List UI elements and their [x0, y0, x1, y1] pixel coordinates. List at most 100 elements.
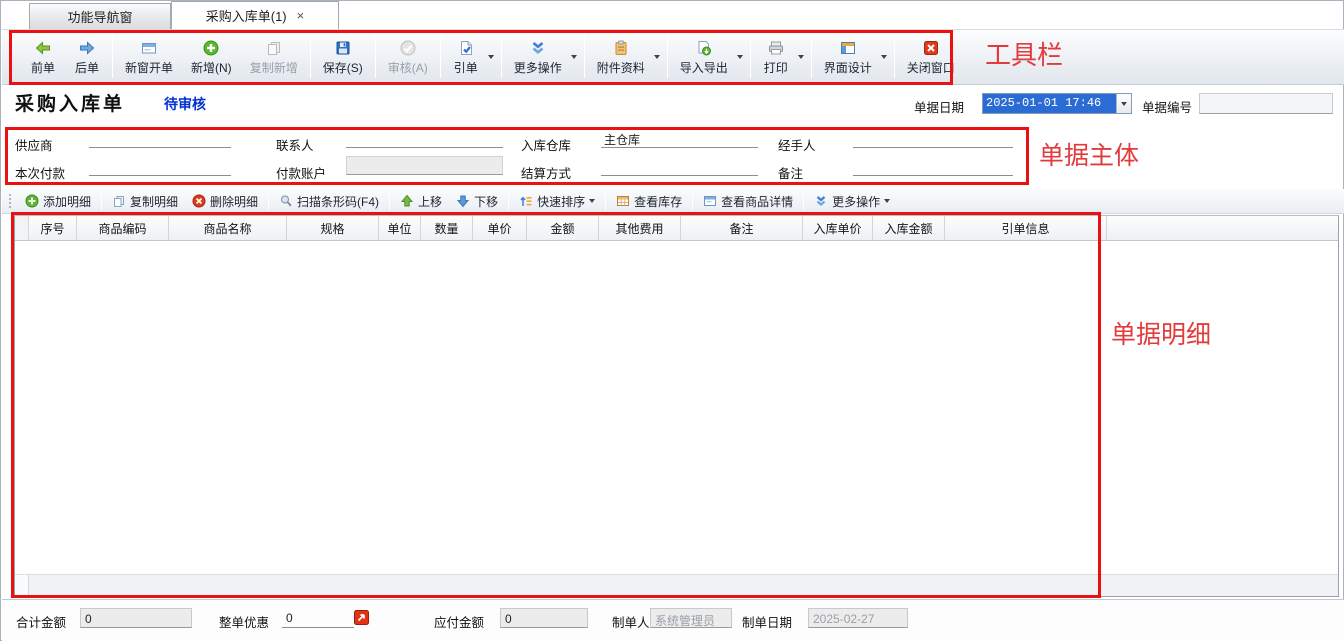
col-seq[interactable]: 序号	[29, 216, 77, 240]
scan-barcode-button[interactable]: 扫描条形码(F4)	[272, 191, 386, 212]
quick-sort-button[interactable]: 快速排序	[512, 191, 602, 212]
detail-grid: 序号 商品编码 商品名称 规格 单位 数量 单价 金额 其他费用 备注 入库单价…	[14, 215, 1339, 597]
quick-sort-dropdown-icon[interactable]	[589, 199, 595, 203]
toolbar-separator	[440, 36, 441, 78]
view-product-detail-button[interactable]: 查看商品详情	[696, 191, 800, 212]
plus-circle-icon	[202, 39, 220, 57]
save-button[interactable]: 保存(S)	[314, 36, 372, 79]
col-unit[interactable]: 单位	[379, 216, 421, 240]
more-actions-button[interactable]: 更多操作	[505, 36, 571, 79]
supplier-input[interactable]	[89, 129, 231, 148]
discount-input[interactable]: 0	[282, 608, 354, 628]
col-price[interactable]: 单价	[473, 216, 527, 240]
page-title: 采购入库单	[15, 89, 125, 116]
chevron-down-icon	[1121, 102, 1127, 106]
grid-hscrollbar[interactable]	[15, 574, 1338, 596]
col-item-code[interactable]: 商品编码	[77, 216, 169, 240]
clipboard-icon	[612, 39, 630, 57]
ref-doc-label: 引单	[454, 59, 478, 76]
doc-date-dropdown[interactable]	[1116, 94, 1131, 113]
detail-more-actions-button[interactable]: 更多操作	[807, 191, 897, 212]
import-export-dropdown-icon[interactable]	[737, 55, 743, 59]
doc-date-field[interactable]: 2025-01-01 17:46	[982, 93, 1132, 114]
toolbar-grip[interactable]	[8, 37, 13, 77]
tab-nav-window[interactable]: 功能导航窗	[29, 3, 171, 29]
ref-doc-dropdown-icon[interactable]	[488, 55, 494, 59]
attachments-dropdown-icon[interactable]	[654, 55, 660, 59]
new-window-icon	[140, 39, 158, 57]
footer-bar: 合计金额 0 整单优惠 0 应付金额 0 制单人 系统管理员 制单日期 2025…	[2, 599, 1344, 641]
detail-more-dropdown-icon[interactable]	[884, 199, 890, 203]
print-dropdown-icon[interactable]	[798, 55, 804, 59]
app-window: × 功能导航窗 采购入库单(1) × 前单 后单 新窗开单 新增(N)	[0, 0, 1344, 641]
scan-barcode-label: 扫描条形码(F4)	[297, 193, 379, 210]
move-up-label: 上移	[418, 193, 442, 210]
doc-no-input[interactable]	[1199, 93, 1333, 114]
payable-input: 0	[500, 608, 588, 628]
detail-separator	[803, 193, 804, 210]
move-up-button[interactable]: 上移	[393, 191, 449, 212]
tab-close-icon[interactable]: ×	[297, 8, 305, 23]
detail-separator	[508, 193, 509, 210]
ref-doc-button[interactable]: 引单	[444, 36, 488, 79]
copy-detail-button[interactable]: 复制明细	[105, 191, 185, 212]
move-down-button[interactable]: 下移	[449, 191, 505, 212]
print-label: 打印	[764, 59, 788, 76]
more-actions-dropdown-icon[interactable]	[571, 55, 577, 59]
audit-button[interactable]: 审核(A)	[379, 36, 437, 79]
import-export-button[interactable]: 导入导出	[671, 36, 737, 79]
attachments-button[interactable]: 附件资料	[588, 36, 654, 79]
detail-toolbar-grip[interactable]	[8, 193, 12, 210]
col-in-price[interactable]: 入库单价	[803, 216, 873, 240]
add-new-button[interactable]: 新增(N)	[182, 36, 241, 79]
detail-toolbar: 添加明细 复制明细 删除明细 扫描条形码(F4) 上移 下移 快速排序	[2, 189, 1344, 214]
prev-doc-label: 前单	[31, 59, 55, 76]
remark-input[interactable]	[853, 157, 1013, 176]
close-window-button[interactable]: 关闭窗口	[898, 36, 964, 79]
ui-design-button[interactable]: 界面设计	[815, 36, 881, 79]
view-product-detail-label: 查看商品详情	[721, 193, 793, 210]
ui-design-dropdown-icon[interactable]	[881, 55, 887, 59]
col-spec[interactable]: 规格	[287, 216, 379, 240]
account-input[interactable]	[346, 156, 503, 175]
col-ref-info[interactable]: 引单信息	[945, 216, 1107, 240]
toolbar-separator	[667, 36, 668, 78]
settle-input[interactable]	[601, 157, 758, 176]
grid-empty-body[interactable]	[15, 241, 1338, 574]
close-window-label: 关闭窗口	[907, 59, 955, 76]
add-detail-button[interactable]: 添加明细	[18, 191, 98, 212]
next-doc-button[interactable]: 后单	[65, 36, 109, 79]
new-window-button[interactable]: 新窗开单	[116, 36, 182, 79]
contact-input[interactable]	[346, 129, 503, 148]
contact-label: 联系人	[276, 135, 314, 154]
copy-new-button[interactable]: 复制新增	[241, 36, 307, 79]
add-detail-label: 添加明细	[43, 193, 91, 210]
window-icon	[703, 194, 717, 208]
move-down-label: 下移	[474, 193, 498, 210]
col-qty[interactable]: 数量	[421, 216, 473, 240]
detail-separator	[692, 193, 693, 210]
col-in-amount[interactable]: 入库金额	[873, 216, 945, 240]
print-button[interactable]: 打印	[754, 36, 798, 79]
doc-date-label: 单据日期	[914, 97, 964, 116]
toolbar-separator	[894, 36, 895, 78]
view-stock-button[interactable]: 查看库存	[609, 191, 689, 212]
doc-no-label: 单据编号	[1142, 97, 1192, 116]
discount-apply-button[interactable]	[354, 610, 369, 625]
next-doc-label: 后单	[75, 59, 99, 76]
warehouse-input[interactable]: 主仓库	[601, 129, 758, 148]
col-amount[interactable]: 金额	[527, 216, 599, 240]
prev-doc-button[interactable]: 前单	[21, 36, 65, 79]
tab-purchase-inbound[interactable]: 采购入库单(1) ×	[171, 1, 339, 29]
col-item-name[interactable]: 商品名称	[169, 216, 287, 240]
layout-icon	[839, 39, 857, 57]
payment-input[interactable]	[89, 157, 231, 176]
arrow-down-icon	[456, 194, 470, 208]
save-label: 保存(S)	[323, 59, 363, 76]
delete-detail-button[interactable]: 删除明细	[185, 191, 265, 212]
col-remark[interactable]: 备注	[681, 216, 803, 240]
tab-label: 采购入库单(1)	[206, 6, 287, 25]
tab-label: 功能导航窗	[67, 7, 132, 26]
handler-input[interactable]	[853, 129, 1013, 148]
col-other-fee[interactable]: 其他费用	[599, 216, 681, 240]
